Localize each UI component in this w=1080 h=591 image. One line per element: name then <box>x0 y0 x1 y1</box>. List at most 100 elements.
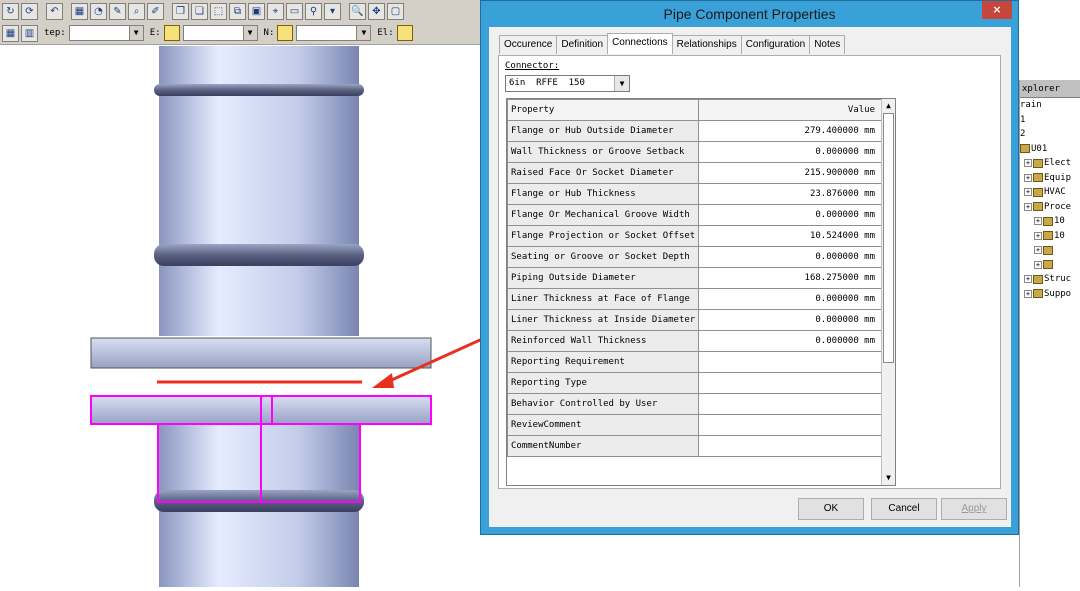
property-value[interactable]: 168.275000 mm <box>698 267 882 289</box>
property-value[interactable] <box>698 372 882 394</box>
expand-icon[interactable]: + <box>1034 217 1042 226</box>
property-value[interactable]: 10.524000 mm <box>698 225 882 247</box>
tree-item[interactable]: rain <box>1020 98 1080 113</box>
refresh-icon[interactable]: ⟳ <box>21 2 38 20</box>
tree-item[interactable]: + Struc <box>1020 272 1080 287</box>
table-row[interactable]: Reporting Requirement <box>507 351 882 373</box>
property-value[interactable]: 0.000000 mm <box>698 330 882 352</box>
tree-item[interactable]: + Elect <box>1020 156 1080 171</box>
property-value[interactable]: 0.000000 mm <box>698 288 882 310</box>
property-value[interactable] <box>698 414 882 436</box>
table-row[interactable]: Wall Thickness or Groove Setback 0.000000… <box>507 141 882 163</box>
scroll-down-icon[interactable]: ▼ <box>882 471 895 485</box>
nav-icon[interactable]: ⌖ <box>267 2 284 20</box>
box-icon[interactable]: ▢ <box>387 2 404 20</box>
expand-icon[interactable]: + <box>1024 275 1032 284</box>
expand-icon[interactable]: + <box>1034 260 1042 269</box>
connector-select[interactable]: 6in RFFE 150 ▼ <box>505 75 630 92</box>
tree-item[interactable]: + HVAC <box>1020 185 1080 200</box>
tree-item[interactable]: + Suppo <box>1020 287 1080 302</box>
table-row[interactable]: ReviewComment <box>507 414 882 436</box>
tab-definition[interactable]: Definition <box>556 35 609 54</box>
table-row[interactable]: Seating or Groove or Socket Depth 0.00000… <box>507 246 882 268</box>
table-row[interactable]: Liner Thickness at Face of Flange 0.00000… <box>507 288 882 310</box>
ok-button[interactable]: OK <box>798 498 864 520</box>
lock-el-icon[interactable] <box>396 25 413 41</box>
cancel-button[interactable]: Cancel <box>871 498 937 520</box>
expand-icon[interactable]: + <box>1024 159 1032 168</box>
tree-item[interactable]: + Proce <box>1020 200 1080 215</box>
table-row[interactable]: Flange Projection or Socket Offset 10.524… <box>507 225 882 247</box>
tree-item[interactable]: 1 <box>1020 113 1080 128</box>
close-button[interactable]: × <box>982 1 1012 19</box>
property-grid[interactable]: Property Value Flange or Hub Outside Dia… <box>506 98 896 486</box>
e-combo[interactable]: ▼ <box>182 25 258 41</box>
expand-icon[interactable]: + <box>1024 188 1032 197</box>
property-value[interactable]: 23.876000 mm <box>698 183 882 205</box>
tree-item[interactable]: + <box>1020 258 1080 273</box>
scroll-up-icon[interactable]: ▲ <box>882 99 895 113</box>
table-row[interactable]: Behavior Controlled by User <box>507 393 882 415</box>
grid-scrollbar[interactable]: ▲ ▼ <box>881 99 895 485</box>
expand-icon[interactable]: + <box>1034 231 1042 240</box>
tab-occurence[interactable]: Occurence <box>499 35 558 54</box>
n-combo[interactable]: ▼ <box>296 25 372 41</box>
table-row[interactable]: Flange or Hub Thickness 23.876000 mm <box>507 183 882 205</box>
table-row[interactable]: Flange Or Mechanical Groove Width 0.00000… <box>507 204 882 226</box>
tab-relationships[interactable]: Relationships <box>671 35 742 54</box>
select-icon[interactable]: ⬚ <box>210 2 227 20</box>
tree-item[interactable]: + Equip <box>1020 171 1080 186</box>
coord-plan-icon[interactable]: ▥ <box>21 24 38 42</box>
tab-connections[interactable]: Connections <box>607 33 673 54</box>
property-value[interactable]: 0.000000 mm <box>698 309 882 331</box>
tree-item[interactable]: + <box>1020 243 1080 258</box>
search-icon[interactable]: 🔍 <box>349 2 366 20</box>
table-row[interactable]: Liner Thickness at Inside Diameter 0.0000… <box>507 309 882 331</box>
scroll-thumb[interactable] <box>883 113 894 363</box>
property-value[interactable]: 0.000000 mm <box>698 141 882 163</box>
tab-notes[interactable]: Notes <box>809 35 846 54</box>
measure-icon[interactable]: ◔ <box>90 2 107 20</box>
table-row[interactable]: Raised Face Or Socket Diameter 215.900000… <box>507 162 882 184</box>
explorer-tree[interactable]: rain 1 2 U01 + Elect + Equip + HVAC + Proce +10 +10 + +… <box>1020 98 1080 301</box>
undo-icon[interactable]: ↶ <box>46 2 63 20</box>
tab-configuration[interactable]: Configuration <box>740 35 811 54</box>
tree-item[interactable]: +10 <box>1020 229 1080 244</box>
tree-item[interactable]: U01 <box>1020 142 1080 157</box>
copy-icon[interactable]: ❐ <box>172 2 189 20</box>
move-icon[interactable]: ✥ <box>368 2 385 20</box>
property-value[interactable]: 0.000000 mm <box>698 246 882 268</box>
expand-icon[interactable]: + <box>1024 202 1032 211</box>
pen-icon[interactable]: ✐ <box>147 2 164 20</box>
coord-mode-icon[interactable]: ▦ <box>2 24 19 42</box>
rotate-icon[interactable]: ↻ <box>2 2 19 20</box>
table-row[interactable]: Piping Outside Diameter 168.275000 mm <box>507 267 882 289</box>
expand-icon[interactable]: + <box>1024 289 1032 298</box>
lock-n-icon[interactable] <box>277 25 294 41</box>
expand-icon[interactable]: + <box>1024 173 1032 182</box>
apply-button[interactable]: Apply <box>941 498 1007 520</box>
table-row[interactable]: Reinforced Wall Thickness 0.000000 mm <box>507 330 882 352</box>
grid-icon[interactable]: ▦ <box>71 2 88 20</box>
lock-e-icon[interactable] <box>163 25 180 41</box>
property-value[interactable]: 215.900000 mm <box>698 162 882 184</box>
view-icon[interactable]: ▣ <box>248 2 265 20</box>
table-row[interactable]: Flange or Hub Outside Diameter 279.400000… <box>507 120 882 142</box>
paste-icon[interactable]: ❏ <box>191 2 208 20</box>
property-value[interactable]: 279.400000 mm <box>698 120 882 142</box>
tree-item[interactable]: +10 <box>1020 214 1080 229</box>
property-value[interactable]: 0.000000 mm <box>698 204 882 226</box>
window-icon[interactable]: ▭ <box>286 2 303 20</box>
property-value[interactable] <box>698 393 882 415</box>
edit-icon[interactable]: ✎ <box>109 2 126 20</box>
property-value[interactable] <box>698 435 882 457</box>
table-row[interactable]: CommentNumber <box>507 435 882 457</box>
clip-icon[interactable]: ⧉ <box>229 2 246 20</box>
expand-icon[interactable]: + <box>1034 246 1042 255</box>
zoom-icon[interactable]: ⌕ <box>128 2 145 20</box>
filter-icon[interactable]: ⚲ <box>305 2 322 20</box>
table-row[interactable]: Reporting Type <box>507 372 882 394</box>
property-value[interactable] <box>698 351 882 373</box>
tree-item[interactable]: 2 <box>1020 127 1080 142</box>
graphic-view[interactable] <box>0 46 711 587</box>
